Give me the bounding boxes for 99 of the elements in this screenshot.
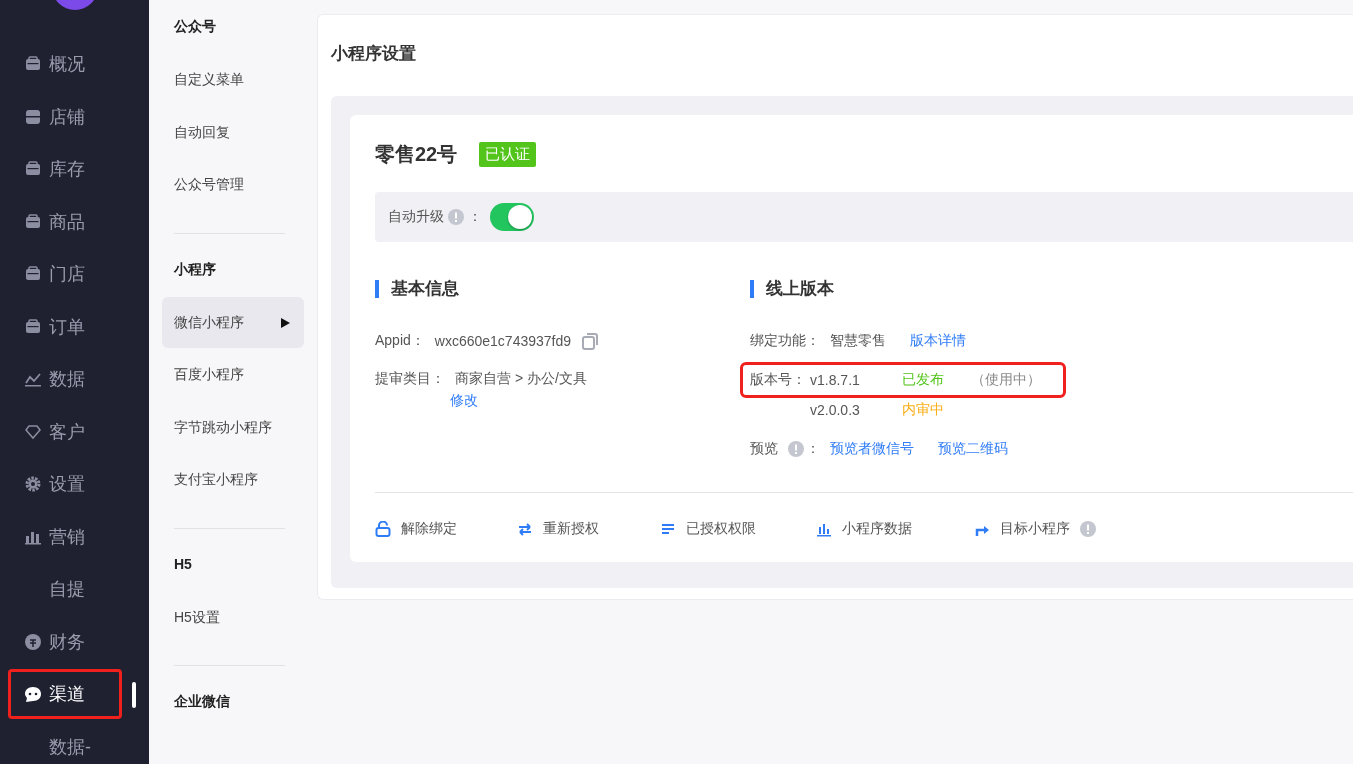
box-icon: [24, 317, 42, 336]
nav-item[interactable]: 库存: [8, 144, 122, 195]
submenu-label: 支付宝小程序: [174, 471, 258, 489]
appid-label: Appid：: [375, 332, 425, 350]
colon-text: ：: [468, 208, 482, 226]
store-icon: [24, 107, 42, 126]
coin-icon: [24, 632, 42, 651]
action-link[interactable]: 已授权权限: [660, 519, 816, 538]
verified-badge: 已认证: [479, 142, 537, 167]
preview-label: 预览: [750, 440, 778, 458]
nav-item[interactable]: 商品: [8, 196, 122, 247]
unlock-icon: [375, 520, 391, 537]
nav-label: 数据: [49, 368, 85, 392]
active-indicator: [132, 682, 136, 708]
nav-item[interactable]: 数据-: [8, 721, 122, 764]
section-title: 基本信息: [375, 280, 750, 298]
nav-item[interactable]: 数据: [8, 354, 122, 405]
submenu-item[interactable]: H5设置: [162, 592, 304, 643]
nav-label: 渠道: [49, 683, 85, 707]
action-label: 目标小程序: [1000, 519, 1070, 538]
nav-label: 财务: [49, 630, 85, 654]
toggle-switch[interactable]: [490, 203, 534, 231]
appid-value: wxc660e1c743937fd9: [434, 333, 572, 349]
submenu-item[interactable]: 字节跳动小程序: [162, 402, 304, 453]
copy-icon[interactable]: [581, 332, 600, 350]
info-icon: [1080, 520, 1096, 537]
menu-group-title: 公众号: [173, 17, 217, 36]
submenu-label: 微信小程序: [174, 313, 244, 332]
gear-icon: [24, 475, 42, 494]
preview-link[interactable]: 预览者微信号: [830, 440, 914, 458]
chat-bubble-icon: [24, 685, 42, 704]
nav-label: 设置: [49, 473, 85, 497]
menu-group-title: H5: [173, 554, 193, 574]
version-details-link[interactable]: 版本详情: [910, 332, 966, 350]
action-link[interactable]: 解除绑定: [375, 519, 517, 538]
submenu-item[interactable]: 支付宝小程序: [162, 454, 304, 506]
nav-item[interactable]: 自提: [8, 564, 122, 615]
nav-label: 概况: [49, 53, 85, 77]
submenu-item[interactable]: 微信小程序: [162, 297, 304, 348]
info-icon: [788, 441, 804, 457]
submenu-label: H5设置: [174, 608, 220, 627]
diamond-icon: [24, 422, 42, 441]
submenu-label: 公众号管理: [174, 176, 244, 194]
nav-item[interactable]: 概况: [8, 39, 122, 90]
auto-upgrade-label: 自动升级: [388, 208, 444, 226]
menu-group-title: 小程序: [173, 259, 217, 279]
in-use-note: （使用中）: [969, 371, 1042, 389]
category-label: 提审类目：: [375, 370, 445, 388]
preview-link[interactable]: 预览二维码: [938, 440, 1008, 458]
nav-label: 库存: [49, 158, 85, 182]
edit-link[interactable]: 修改: [450, 392, 478, 410]
caret-icon: [280, 317, 290, 328]
nav-label: 营销: [49, 525, 85, 549]
submenu-item[interactable]: 自动回复: [162, 107, 304, 158]
nav-label: 门店: [49, 263, 85, 287]
nav-item[interactable]: 营销: [8, 511, 122, 562]
box-icon: [24, 212, 42, 231]
version-status: 内审中: [902, 401, 945, 419]
feature-value: 智慧零售: [830, 332, 886, 350]
colon-text: ：: [806, 440, 820, 458]
action-label: 小程序数据: [842, 519, 912, 538]
version-number: v1.8.7.1: [810, 372, 861, 388]
version-label: 版本号：: [750, 371, 807, 389]
nav-label: 订单: [49, 315, 85, 339]
submenu-item[interactable]: 公众号管理: [162, 159, 304, 211]
nav-item[interactable]: 设置: [8, 459, 122, 510]
swap-arrows-icon: [517, 520, 533, 537]
action-link[interactable]: 重新授权: [517, 519, 660, 538]
action-label: 重新授权: [543, 519, 599, 538]
submenu-item[interactable]: 百度小程序: [162, 349, 304, 401]
version-number: v2.0.0.3: [810, 402, 861, 418]
nav-item[interactable]: 店铺: [8, 91, 122, 142]
submenu-label: 自定义菜单: [174, 71, 244, 89]
info-icon: [448, 209, 464, 225]
nav-item[interactable]: 订单: [8, 301, 122, 352]
nav-label: 客户: [49, 420, 85, 444]
version-status: 已发布: [902, 371, 945, 389]
nav-item[interactable]: 门店: [8, 249, 122, 300]
nav-label: 商品: [49, 210, 85, 234]
menu-group-title: 企业微信: [173, 692, 231, 711]
nav-item[interactable]: 客户: [8, 406, 122, 457]
action-link[interactable]: 目标小程序: [974, 519, 1174, 538]
app-name: 零售22号: [375, 142, 458, 167]
nav-label: 自提: [49, 578, 85, 602]
submenu-label: 自动回复: [174, 123, 230, 142]
category-value: 商家自营 > 办公/文具: [455, 370, 587, 388]
action-label: 已授权权限: [686, 519, 756, 538]
submenu-label: 字节跳动小程序: [174, 418, 272, 437]
nav-item[interactable]: 财务: [8, 616, 122, 667]
page-title: 小程序设置: [331, 43, 417, 65]
submenu-label: 百度小程序: [174, 366, 244, 384]
nav-label: 数据-: [49, 735, 91, 759]
nav-label: 店铺: [49, 105, 85, 129]
nav-item[interactable]: 渠道: [8, 669, 122, 720]
action-link[interactable]: 小程序数据: [816, 519, 974, 538]
action-label: 解除绑定: [401, 519, 457, 538]
section-title: 线上版本: [750, 280, 1353, 298]
feature-label: 绑定功能：: [750, 332, 820, 350]
submenu-item[interactable]: 自定义菜单: [162, 54, 304, 106]
